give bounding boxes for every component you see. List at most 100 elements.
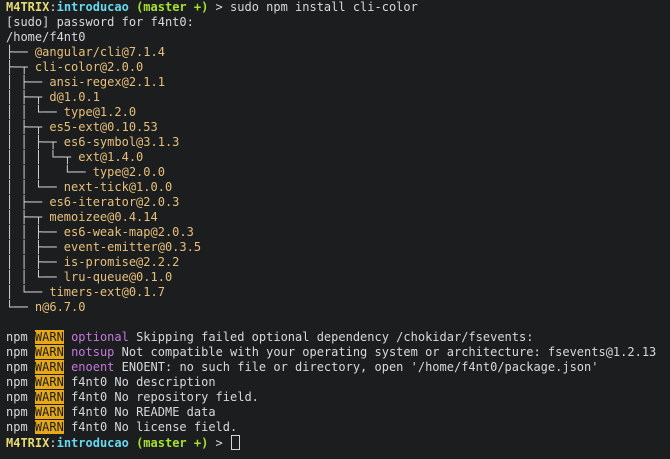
package-name: n@6.7.0	[34, 300, 86, 314]
package-name: es6-iterator@2.0.3	[49, 195, 180, 209]
package-name: cli-color@2.0.0	[34, 60, 144, 74]
npm-log-line: npm WARN f4nt0 No repository field.	[6, 390, 668, 405]
tree-branch-glyph: │ │ ├─┬	[6, 135, 64, 149]
npm-log-line: npm WARN enoent ENOENT: no such file or …	[6, 360, 668, 375]
tree-line: │ │ └── lru-queue@0.1.0	[6, 270, 668, 285]
package-name: type@2.0.0	[92, 165, 165, 179]
prompt-git-branch: (master +)	[136, 0, 209, 14]
package-name: @angular/cli@7.1.4	[34, 45, 165, 59]
prompt-separator: :	[49, 0, 57, 14]
prompt-git-branch: (master +)	[136, 436, 209, 450]
package-name: next-tick@1.0.0	[63, 180, 173, 194]
tree-line: │ ├─┬ es5-ext@0.10.53	[6, 120, 668, 135]
package-name: memoizee@0.4.14	[49, 210, 158, 224]
terminal-window[interactable]: M4TRIX:introducao (master +) > sudo npm …	[6, 0, 668, 459]
npm-prefix: npm	[6, 330, 28, 344]
tree-line: │ ├─┬ memoizee@0.4.14	[6, 210, 668, 225]
tree-branch-glyph: │ └──	[6, 285, 50, 299]
tree-line: │ │ │ └─┬ ext@1.4.0	[6, 150, 668, 165]
tree-branch-glyph: │ │ │ └──	[6, 165, 93, 179]
warn-badge: WARN	[34, 375, 64, 389]
package-name: es5-ext@0.10.53	[49, 120, 158, 134]
tree-branch-glyph: │ │ │ └─┬	[6, 150, 79, 164]
warn-code: optional	[71, 330, 129, 344]
tree-line: └── n@6.7.0	[6, 300, 668, 315]
tree-branch-glyph: │ │ ├──	[6, 240, 64, 254]
prompt-line: M4TRIX:introducao (master +) > sudo npm …	[6, 0, 668, 15]
warn-message: f4nt0 No description	[71, 375, 216, 389]
package-name: timers-ext@0.1.7	[49, 285, 165, 299]
package-name: ext@1.4.0	[78, 150, 144, 164]
tree-line: ├─┬ cli-color@2.0.0	[6, 60, 668, 75]
warn-message: Not compatible with your operating syste…	[114, 345, 657, 359]
command-text: sudo npm install cli-color	[230, 0, 418, 14]
install-root-path: /home/f4nt0	[6, 30, 86, 44]
tree-line: │ │ ├── es6-weak-map@2.0.3	[6, 225, 668, 240]
tree-branch-glyph: └──	[6, 300, 35, 314]
package-name: event-emitter@0.3.5	[63, 240, 202, 254]
tree-line: │ ├── ansi-regex@2.1.1	[6, 75, 668, 90]
package-name: es6-symbol@3.1.3	[63, 135, 180, 149]
npm-log-line: npm WARN notsup Not compatible with your…	[6, 345, 668, 360]
warn-badge: WARN	[34, 330, 64, 344]
tree-branch-glyph: │ ├─┬	[6, 210, 50, 224]
npm-log-line: npm WARN optional Skipping failed option…	[6, 330, 668, 345]
tree-branch-glyph: ├─┬	[6, 60, 35, 74]
tree-branch-glyph: │ ├─┬	[6, 120, 50, 134]
terminal-cursor[interactable]	[231, 435, 241, 450]
tree-branch-glyph: │ ├──	[6, 75, 50, 89]
prompt-user: M4TRIX	[6, 0, 50, 14]
tree-line: │ │ ├─┬ es6-symbol@3.1.3	[6, 135, 668, 150]
tree-branch-glyph: │ ├──	[6, 195, 50, 209]
tree-branch-glyph: │ │ └──	[6, 270, 64, 284]
warn-badge: WARN	[34, 345, 64, 359]
tree-line: │ │ └── type@1.2.0	[6, 105, 668, 120]
warn-badge: WARN	[34, 420, 64, 434]
warn-badge: WARN	[34, 360, 64, 374]
tree-branch-glyph: │ │ └──	[6, 105, 64, 119]
npm-log-line: npm WARN f4nt0 No license field.	[6, 420, 668, 435]
package-name: es6-weak-map@2.0.3	[63, 225, 194, 239]
warn-message: f4nt0 No repository field.	[71, 390, 259, 404]
tree-branch-glyph: │ │ ├──	[6, 255, 64, 269]
warn-badge: WARN	[34, 405, 64, 419]
sudo-password-line: [sudo] password for f4nt0:	[6, 15, 194, 29]
npm-prefix: npm	[6, 390, 28, 404]
package-name: ansi-regex@2.1.1	[49, 75, 165, 89]
warn-message: Skipping failed optional dependency /cho…	[128, 330, 534, 344]
npm-log-line: npm WARN f4nt0 No description	[6, 375, 668, 390]
package-name: type@1.2.0	[63, 105, 137, 119]
tree-line: │ ├── es6-iterator@2.0.3	[6, 195, 668, 210]
tree-line: │ │ └── next-tick@1.0.0	[6, 180, 668, 195]
warn-message: f4nt0 No README data	[71, 405, 216, 419]
prompt-directory: introducao	[56, 0, 129, 14]
tree-line: │ │ ├── is-promise@2.2.2	[6, 255, 668, 270]
prompt-arrow: >	[208, 0, 231, 14]
dependency-tree: ├── @angular/cli@7.1.4 ├─┬ cli-color@2.0.…	[6, 45, 668, 315]
npm-log-line: npm WARN f4nt0 No README data	[6, 405, 668, 420]
prompt-arrow: >	[208, 436, 231, 450]
package-name: d@1.0.1	[49, 90, 100, 104]
tree-branch-glyph: │ │ └──	[6, 180, 64, 194]
tree-branch-glyph: │ ├─┬	[6, 90, 50, 104]
npm-prefix: npm	[6, 375, 28, 389]
warn-code: notsup	[71, 345, 115, 359]
warn-message: f4nt0 No license field.	[71, 420, 238, 434]
prompt-directory: introducao	[56, 436, 129, 450]
tree-branch-glyph: ├──	[6, 45, 35, 59]
npm-prefix: npm	[6, 345, 28, 359]
npm-prefix: npm	[6, 360, 28, 374]
package-name: is-promise@2.2.2	[63, 255, 180, 269]
package-name: lru-queue@0.1.0	[63, 270, 173, 284]
tree-line: │ ├─┬ d@1.0.1	[6, 90, 668, 105]
prompt-user: M4TRIX	[6, 436, 50, 450]
tree-line: │ └── timers-ext@0.1.7	[6, 285, 668, 300]
warn-code: enoent	[71, 360, 115, 374]
npm-warnings: npm WARN optional Skipping failed option…	[6, 330, 668, 435]
warn-badge: WARN	[34, 390, 64, 404]
warn-message: ENOENT: no such file or directory, open …	[114, 360, 599, 374]
prompt-separator: :	[49, 436, 57, 450]
tree-branch-glyph: │ │ ├──	[6, 225, 64, 239]
npm-prefix: npm	[6, 405, 28, 419]
